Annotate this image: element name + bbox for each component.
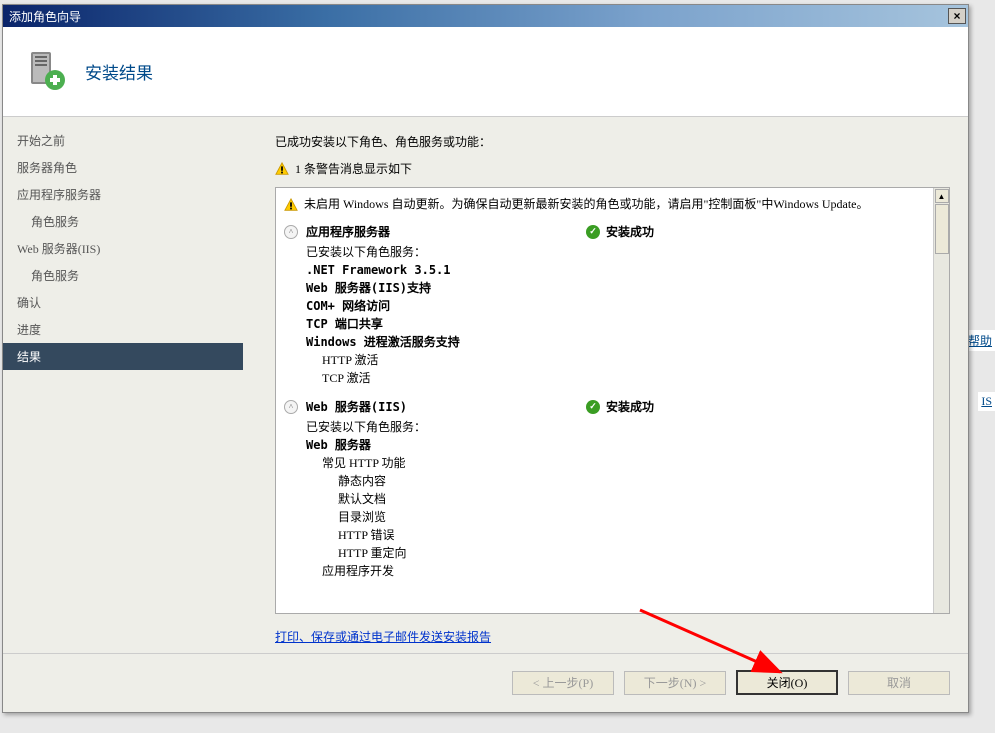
list-item: 静态内容 <box>306 472 929 490</box>
previous-button: < 上一步(P) <box>512 671 614 695</box>
sidebar-item-server-roles: 服务器角色 <box>3 154 243 181</box>
box-warning-text: 未启用 Windows 自动更新。为确保自动更新最新安装的角色或功能，请启用"控… <box>304 196 929 212</box>
section-body-web-iis: 已安装以下角色服务： Web 服务器 常见 HTTP 功能 静态内容 默认文档 … <box>284 418 929 580</box>
status-cell: ✓ 安装成功 <box>586 223 654 240</box>
scroll-up-icon[interactable]: ▲ <box>935 189 949 203</box>
list-item: Windows 进程激活服务支持 <box>306 333 929 351</box>
bg-help-link: 帮助 <box>965 330 995 351</box>
section-title: 应用程序服务器 <box>306 223 586 240</box>
warning-icon <box>275 162 289 176</box>
cancel-button: 取消 <box>848 671 950 695</box>
success-icon: ✓ <box>586 225 600 239</box>
section-title: Web 服务器(IIS) <box>306 398 586 415</box>
section-header-web-iis[interactable]: ˄ Web 服务器(IIS) ✓ 安装成功 <box>284 395 929 418</box>
page-title: 安装结果 <box>85 59 153 84</box>
sidebar-item-app-server: 应用程序服务器 <box>3 181 243 208</box>
sidebar-item-web-server-iis: Web 服务器(IIS) <box>3 235 243 262</box>
list-item: 目录浏览 <box>306 508 929 526</box>
titlebar-title: 添加角色向导 <box>9 8 948 25</box>
body-area: 开始之前 服务器角色 应用程序服务器 角色服务 Web 服务器(IIS) 角色服… <box>3 117 968 653</box>
titlebar: 添加角色向导 × <box>3 5 968 27</box>
section-body-app-server: 已安装以下角色服务： .NET Framework 3.5.1 Web 服务器(… <box>284 243 929 387</box>
warning-summary: 1 条警告消息显示如下 <box>275 160 950 177</box>
success-icon: ✓ <box>586 400 600 414</box>
list-item: 默认文档 <box>306 490 929 508</box>
header-band: 安装结果 <box>3 27 968 117</box>
list-item: 应用程序开发 <box>306 562 929 580</box>
body-intro: 已安装以下角色服务： <box>306 418 929 436</box>
list-item: HTTP 错误 <box>306 526 929 544</box>
sidebar-item-results: 结果 <box>3 343 243 370</box>
button-bar: < 上一步(P) 下一步(N) > 关闭(O) 取消 <box>3 653 968 711</box>
chevron-up-icon: ˄ <box>284 225 298 239</box>
list-item: 常见 HTTP 功能 <box>306 454 929 472</box>
close-button[interactable]: 关闭(O) <box>736 670 838 695</box>
box-warning-row: 未启用 Windows 自动更新。为确保自动更新最新安装的角色或功能，请启用"控… <box>284 194 929 220</box>
next-button: 下一步(N) > <box>624 671 726 695</box>
list-item: Web 服务器 <box>306 436 929 454</box>
body-intro: 已安装以下角色服务： <box>306 243 929 261</box>
wizard-sidebar: 开始之前 服务器角色 应用程序服务器 角色服务 Web 服务器(IIS) 角色服… <box>3 117 243 653</box>
list-item: .NET Framework 3.5.1 <box>306 261 929 279</box>
main-content: 已成功安装以下角色、角色服务或功能： 1 条警告消息显示如下 ▲ <box>243 117 968 653</box>
results-box: ▲ 未启用 Windows 自动更新。为确保自动更新最新安装的角色或功能，请启用… <box>275 187 950 614</box>
status-text: 安装成功 <box>606 223 654 240</box>
server-role-icon <box>25 50 69 94</box>
section-header-app-server[interactable]: ˄ 应用程序服务器 ✓ 安装成功 <box>284 220 929 243</box>
sidebar-item-before-begin: 开始之前 <box>3 127 243 154</box>
close-icon[interactable]: × <box>948 8 966 24</box>
warning-icon <box>284 198 298 212</box>
sidebar-item-role-services-1: 角色服务 <box>3 208 243 235</box>
scrollbar[interactable]: ▲ <box>933 188 949 613</box>
list-item: Web 服务器(IIS)支持 <box>306 279 929 297</box>
list-item: COM+ 网络访问 <box>306 297 929 315</box>
status-text: 安装成功 <box>606 398 654 415</box>
print-save-email-report-link[interactable]: 打印、保存或通过电子邮件发送安装报告 <box>275 628 950 645</box>
scroll-thumb[interactable] <box>935 204 949 254</box>
status-cell: ✓ 安装成功 <box>586 398 654 415</box>
bg-is-text: IS <box>978 392 995 411</box>
add-roles-wizard-dialog: 添加角色向导 × 安装结果 开始之前 服务器角色 应用程序服务器 角色服务 We… <box>2 4 969 713</box>
warning-summary-text: 1 条警告消息显示如下 <box>295 160 412 177</box>
list-item: HTTP 重定向 <box>306 544 929 562</box>
intro-text: 已成功安装以下角色、角色服务或功能： <box>275 133 950 150</box>
list-item: TCP 激活 <box>306 369 929 387</box>
list-item: TCP 端口共享 <box>306 315 929 333</box>
sidebar-item-progress: 进度 <box>3 316 243 343</box>
chevron-up-icon: ˄ <box>284 400 298 414</box>
sidebar-item-role-services-2: 角色服务 <box>3 262 243 289</box>
list-item: HTTP 激活 <box>306 351 929 369</box>
sidebar-item-confirm: 确认 <box>3 289 243 316</box>
